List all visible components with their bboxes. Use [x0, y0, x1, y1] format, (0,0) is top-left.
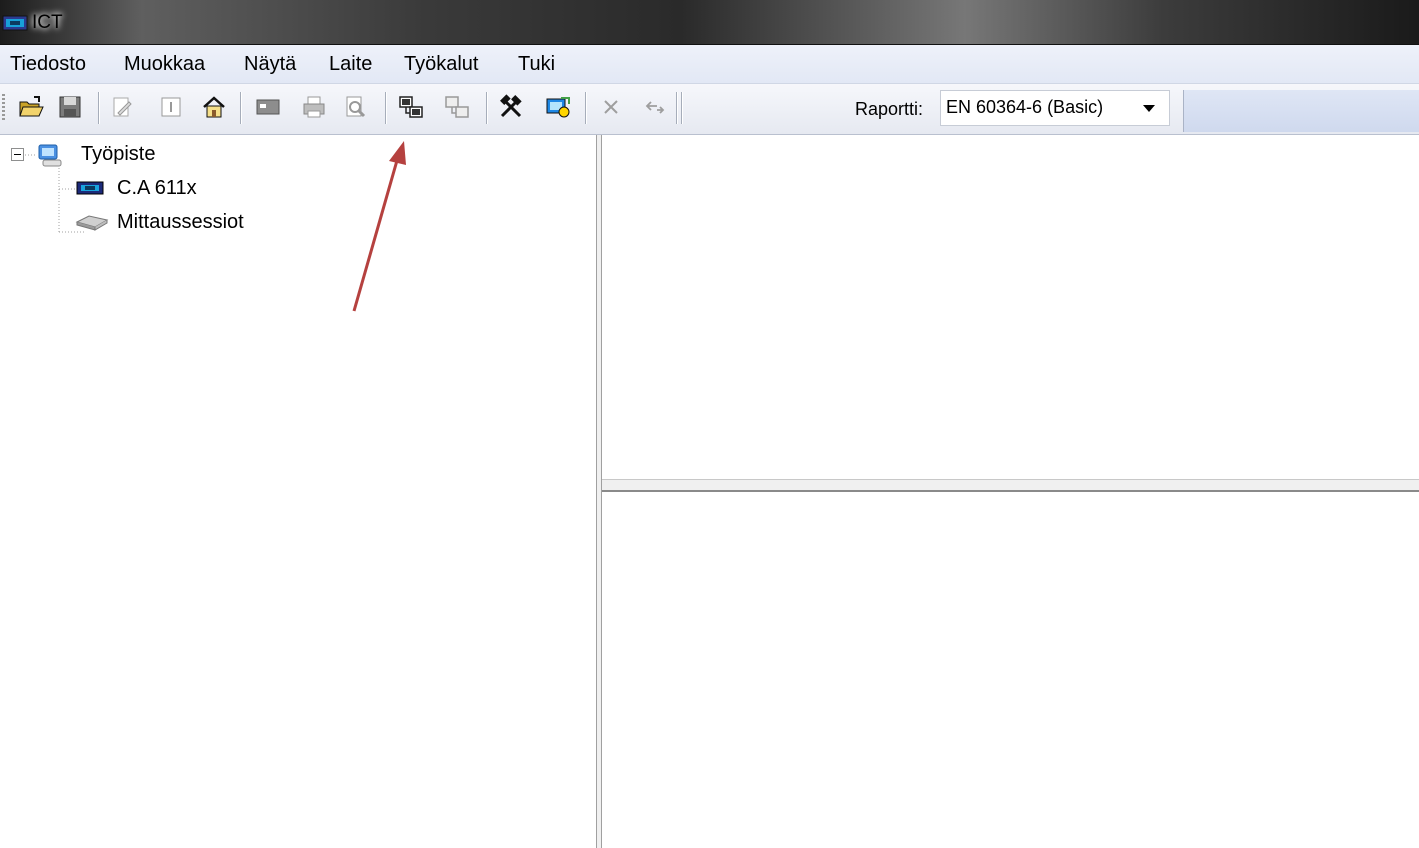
info-button[interactable]	[156, 92, 186, 122]
home-icon	[203, 96, 225, 118]
toolbar-separator	[385, 92, 386, 124]
connect-port-button[interactable]	[253, 92, 283, 122]
tree-root-workstation[interactable]: Työpiste	[81, 143, 155, 166]
save-button[interactable]	[55, 92, 85, 122]
connect-device-icon	[399, 96, 423, 118]
title-bar: ICT	[0, 0, 1419, 45]
toolbar-separator	[240, 92, 241, 124]
toolbar-grip[interactable]	[2, 94, 5, 122]
menu-tiedosto[interactable]: Tiedosto	[8, 53, 88, 76]
menu-muokkaa[interactable]: Muokkaa	[122, 53, 207, 76]
menu-nayta[interactable]: Näytä	[242, 53, 298, 76]
app-icon	[2, 15, 28, 31]
monitor-settings-button[interactable]	[542, 92, 572, 122]
menu-bar: Tiedosto Muokkaa Näytä Laite Työkalut Tu…	[0, 45, 1419, 84]
connect-device-button[interactable]	[396, 92, 426, 122]
workstation-icon	[38, 144, 62, 167]
tools-icon	[500, 94, 522, 118]
disconnect-device-button[interactable]	[442, 92, 472, 122]
tree-item-sessions[interactable]: Mittaussessiot	[117, 211, 244, 234]
home-button[interactable]	[199, 92, 229, 122]
print-icon	[303, 96, 325, 118]
undo-button[interactable]	[640, 92, 670, 122]
tree-collapse-toggle[interactable]	[11, 148, 24, 161]
toolbar-filler	[1183, 90, 1419, 132]
toolbar-separator	[676, 92, 677, 124]
delete-button[interactable]	[596, 92, 626, 122]
open-folder-icon	[19, 96, 44, 117]
undo-icon	[645, 101, 665, 114]
print-button[interactable]	[299, 92, 329, 122]
monitor-settings-icon	[546, 97, 570, 118]
toolbar-separator	[681, 92, 682, 124]
edit-icon	[113, 97, 132, 117]
window-title: ICT	[32, 12, 63, 33]
device-icon	[76, 181, 104, 195]
toolbar-separator	[98, 92, 99, 124]
report-select-value: EN 60364-6 (Basic)	[946, 97, 1104, 117]
toolbar-separator	[486, 92, 487, 124]
print-preview-button[interactable]	[340, 92, 370, 122]
close-icon	[604, 100, 618, 114]
edit-button[interactable]	[107, 92, 137, 122]
port-icon	[256, 99, 280, 115]
open-folder-button[interactable]	[16, 92, 46, 122]
toolbar-separator	[585, 92, 586, 124]
top-detail-pane	[602, 135, 1419, 479]
bottom-detail-pane	[602, 492, 1419, 848]
menu-tyokalut[interactable]: Työkalut	[402, 53, 480, 76]
session-storage-icon	[75, 215, 109, 231]
info-icon	[161, 97, 181, 117]
menu-laite[interactable]: Laite	[327, 53, 374, 76]
menu-tuki[interactable]: Tuki	[516, 53, 557, 76]
tools-button[interactable]	[496, 92, 526, 122]
tree-item-device[interactable]: C.A 611x	[117, 177, 197, 200]
disconnect-device-icon	[445, 96, 469, 118]
print-preview-icon	[346, 96, 366, 118]
report-select[interactable]: EN 60364-6 (Basic)	[940, 90, 1170, 126]
chevron-down-icon[interactable]	[1143, 105, 1155, 112]
save-icon	[59, 96, 81, 118]
report-label: Raportti:	[855, 99, 924, 119]
tree-panel	[0, 135, 596, 848]
horizontal-splitter[interactable]	[602, 479, 1419, 492]
